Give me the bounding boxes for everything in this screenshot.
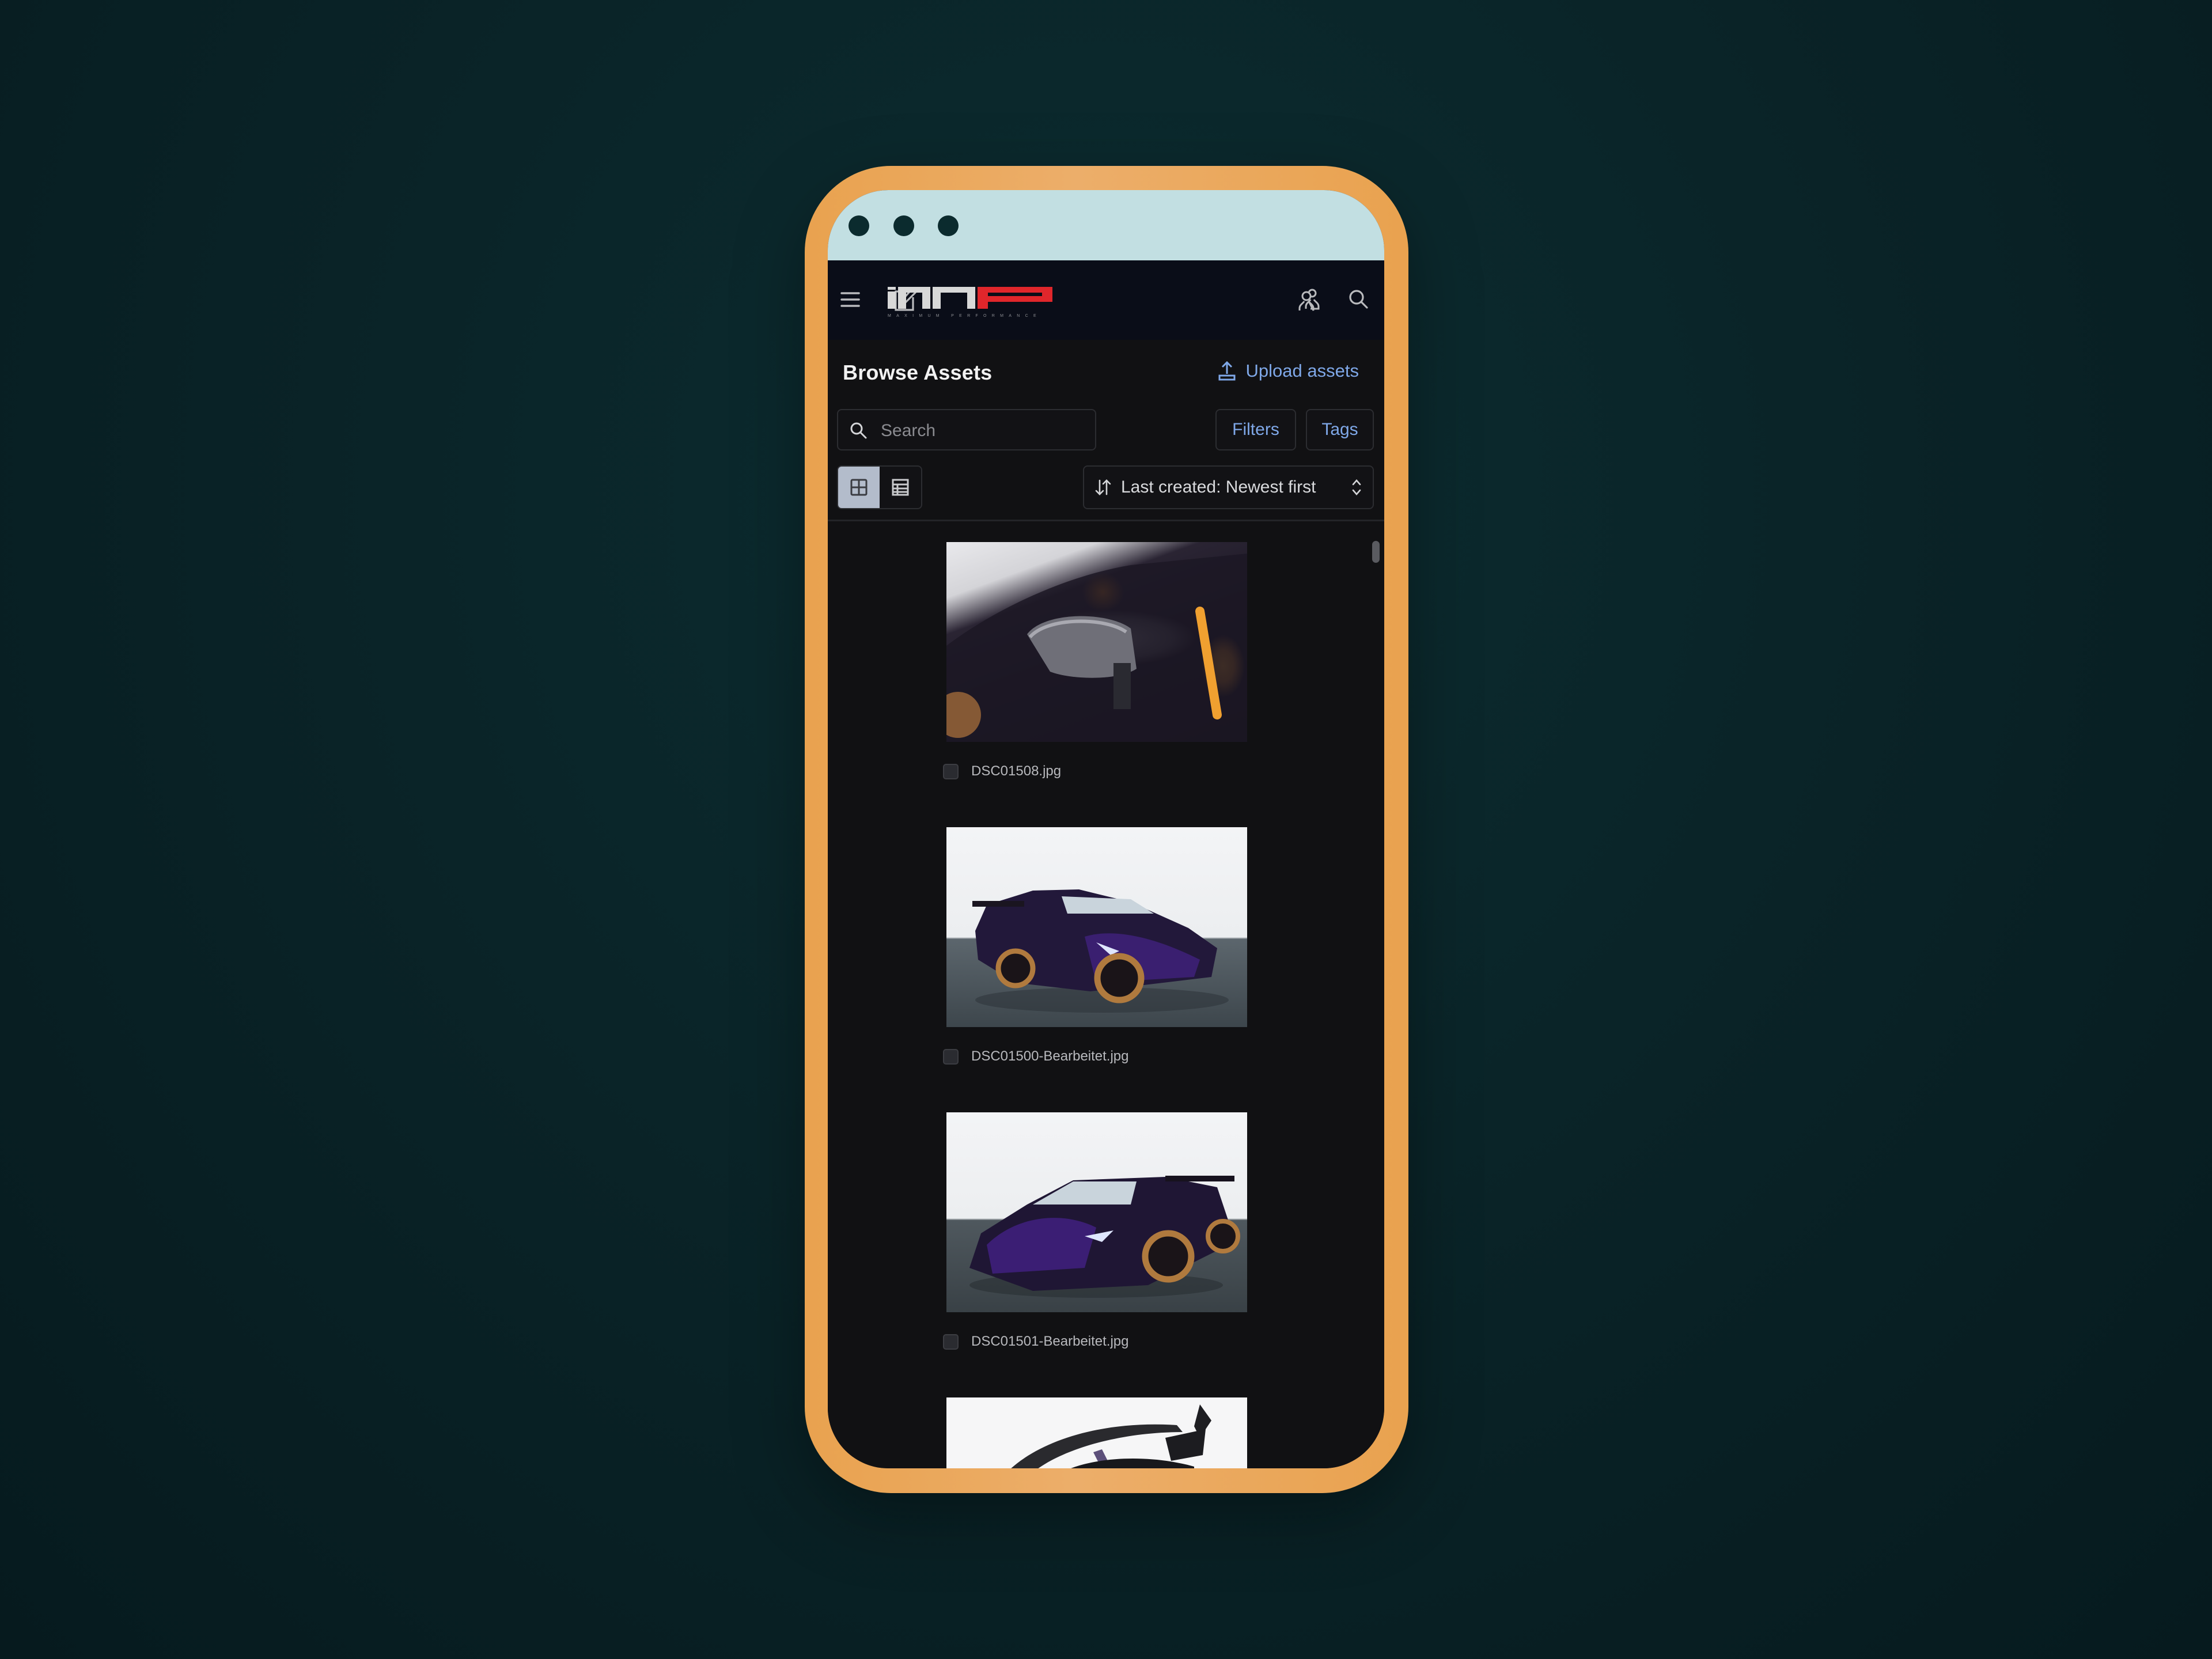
table-view-button[interactable] [880,467,921,508]
browse-assets-panel: Browse Assets Upload assets Search Filte… [828,340,1384,1468]
grid-view-button[interactable] [838,467,880,508]
asset-thumbnail-art [1011,1404,1211,1468]
window-dot-close[interactable] [849,215,869,236]
asset-thumbnail[interactable] [946,1112,1247,1312]
device-frame: MAXIMUM PERFORMANCE Browse Assets Upload… [805,166,1408,1493]
sort-select[interactable]: Last created: Newest first [1083,465,1374,509]
upload-assets-label: Upload assets [1245,361,1359,381]
asset-thumbnail[interactable] [946,827,1247,1027]
grid-view-icon [850,479,868,496]
view-mode-toggle [837,465,922,509]
toolbar-divider [828,520,1384,521]
asset-select-checkbox[interactable] [943,1334,959,1350]
table-view-icon [892,479,909,496]
search-icon[interactable] [1346,287,1372,312]
asset-thumbnail-art [972,889,1229,1013]
asset-card[interactable] [946,1397,1247,1468]
sort-arrows-icon [1095,479,1111,495]
upload-icon [1218,361,1236,381]
users-icon[interactable] [1297,287,1322,312]
asset-thumbnail[interactable] [946,542,1247,742]
asset-thumbnail[interactable] [946,1397,1247,1468]
asset-card[interactable]: DSC01501-Bearbeitet.jpg [943,1112,1247,1350]
app-header: MAXIMUM PERFORMANCE [828,260,1384,340]
asset-thumbnail-art [946,554,1247,742]
asset-filename: DSC01500-Bearbeitet.jpg [971,1048,1129,1064]
brand-logo[interactable]: MAXIMUM PERFORMANCE [888,285,1055,319]
asset-meta: DSC01500-Bearbeitet.jpg [943,1048,1129,1065]
asset-thumbnail-art [969,1176,1240,1298]
asset-filename: DSC01501-Bearbeitet.jpg [971,1334,1129,1349]
asset-select-checkbox[interactable] [943,763,959,779]
asset-meta: DSC01501-Bearbeitet.jpg [943,1334,1129,1350]
search-input[interactable]: Search [837,409,1096,450]
page-title: Browse Assets [843,361,993,384]
search-field-icon [850,422,867,439]
window-titlebar [828,190,1384,260]
app-window: MAXIMUM PERFORMANCE Browse Assets Upload… [828,190,1384,1468]
logo-tagline: MAXIMUM PERFORMANCE [888,314,1041,318]
asset-card[interactable]: DSC01500-Bearbeitet.jpg [943,827,1247,1065]
sort-label: Last created: Newest first [1121,478,1316,497]
scrollbar-thumb[interactable] [1372,541,1380,563]
window-dot-maximize[interactable] [938,215,959,236]
asset-filename: DSC01508.jpg [971,763,1062,779]
tags-button[interactable]: Tags [1306,409,1374,450]
filters-button[interactable]: Filters [1215,409,1296,450]
logo-letters [888,287,1052,309]
search-placeholder: Search [881,421,936,440]
window-dot-minimize[interactable] [893,215,914,236]
asset-select-checkbox[interactable] [943,1048,959,1065]
chevron-up-down-icon [1352,479,1361,495]
asset-card[interactable]: DSC01508.jpg [943,542,1247,779]
upload-assets-button[interactable]: Upload assets [1218,361,1359,381]
hamburger-menu-icon[interactable] [838,287,863,312]
asset-meta: DSC01508.jpg [943,763,1061,779]
